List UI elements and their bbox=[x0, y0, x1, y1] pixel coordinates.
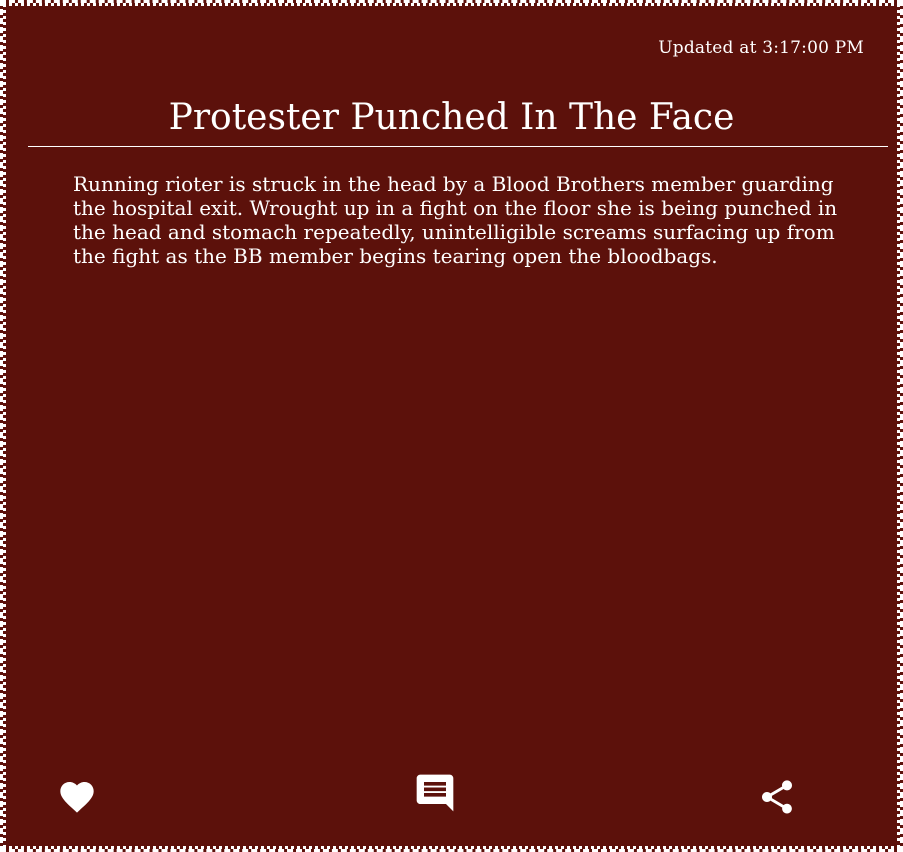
comment-button[interactable] bbox=[411, 769, 459, 817]
like-button[interactable] bbox=[53, 773, 101, 821]
title-divider bbox=[28, 146, 888, 147]
post-card: Updated at 3:17:00 PM Protester Punched … bbox=[0, 0, 903, 852]
heart-icon bbox=[60, 782, 94, 813]
updated-timestamp: Updated at 3:17:00 PM bbox=[658, 38, 864, 58]
share-icon bbox=[762, 780, 792, 814]
comment-icon bbox=[416, 774, 454, 812]
post-body: Running rioter is struck in the head by … bbox=[73, 172, 838, 268]
post-title: Protester Punched In The Face bbox=[168, 97, 735, 138]
share-button[interactable] bbox=[753, 773, 801, 821]
